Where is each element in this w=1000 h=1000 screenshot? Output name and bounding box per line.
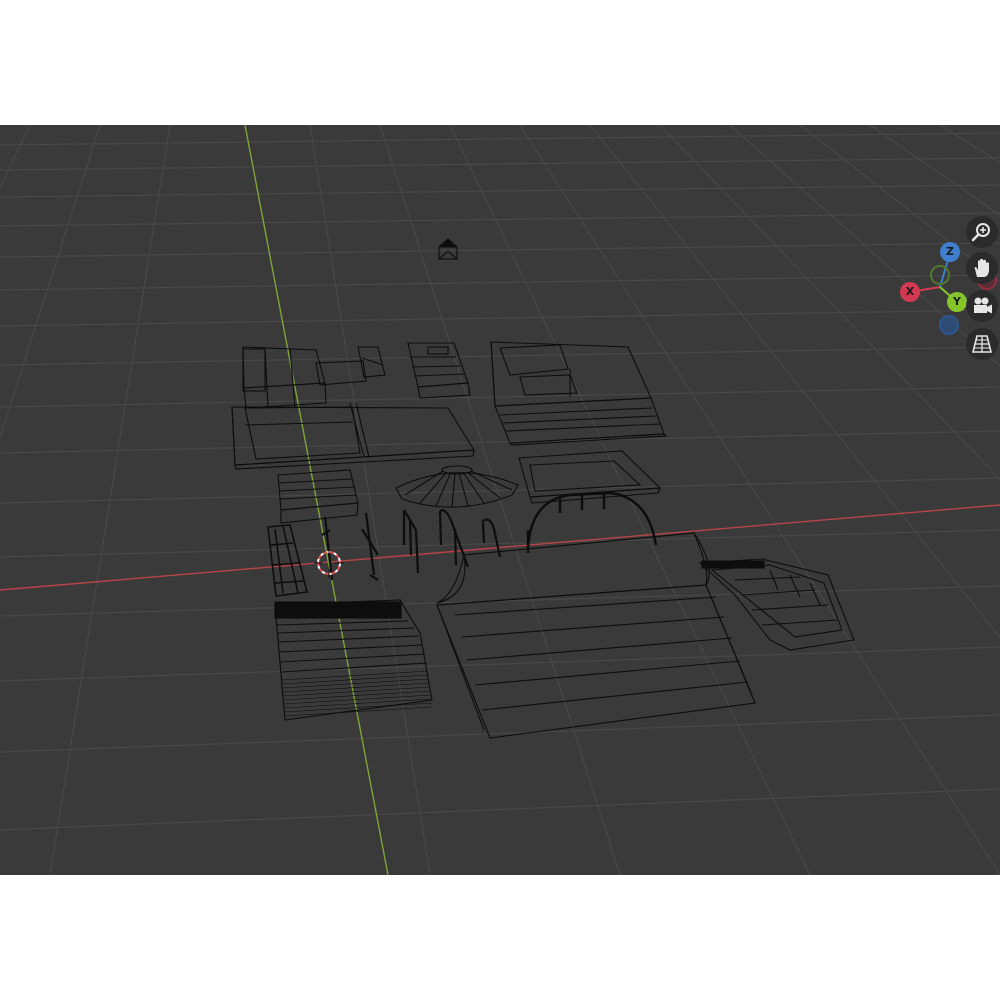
y-axis-line (244, 125, 389, 875)
ledge-box[interactable] (407, 342, 471, 399)
dome[interactable] (395, 465, 519, 508)
gizmo-z-ball[interactable]: Z (940, 242, 960, 262)
zoom-button[interactable] (966, 216, 998, 248)
gizmo-x-label: X (905, 285, 915, 298)
camera-object[interactable] (438, 238, 458, 260)
rail[interactable] (402, 509, 420, 574)
gizmo-y-ball[interactable]: Y (947, 292, 967, 312)
camera-view-button[interactable] (966, 290, 998, 322)
gizmo-z-label: Z (946, 245, 954, 258)
3d-viewport[interactable]: Z X Y (0, 125, 1000, 875)
floor-grid (0, 125, 1000, 875)
camera-icon (974, 297, 992, 314)
flat-box[interactable] (277, 469, 359, 524)
rail-frame[interactable] (267, 524, 308, 597)
gizmo-y-label: Y (953, 295, 961, 308)
rail[interactable] (438, 509, 470, 568)
gizmo-neg-z-ball[interactable] (939, 315, 959, 335)
gizmo-x-ball[interactable]: X (900, 282, 920, 302)
stair-platform[interactable] (242, 346, 386, 409)
bowl-ramp[interactable] (698, 558, 855, 651)
magnifier-plus-icon (971, 223, 990, 242)
gizmo-neg-y-ball[interactable] (930, 265, 950, 285)
hand-icon (974, 258, 989, 277)
pan-button[interactable] (966, 252, 998, 284)
wide-ramp[interactable] (274, 599, 433, 721)
x-axis-line (0, 504, 1000, 591)
long-ledge[interactable] (231, 402, 475, 470)
perspective-toggle-button[interactable] (966, 328, 998, 360)
scene-canvas[interactable] (0, 125, 1000, 875)
grid-perspective-icon (971, 335, 993, 353)
